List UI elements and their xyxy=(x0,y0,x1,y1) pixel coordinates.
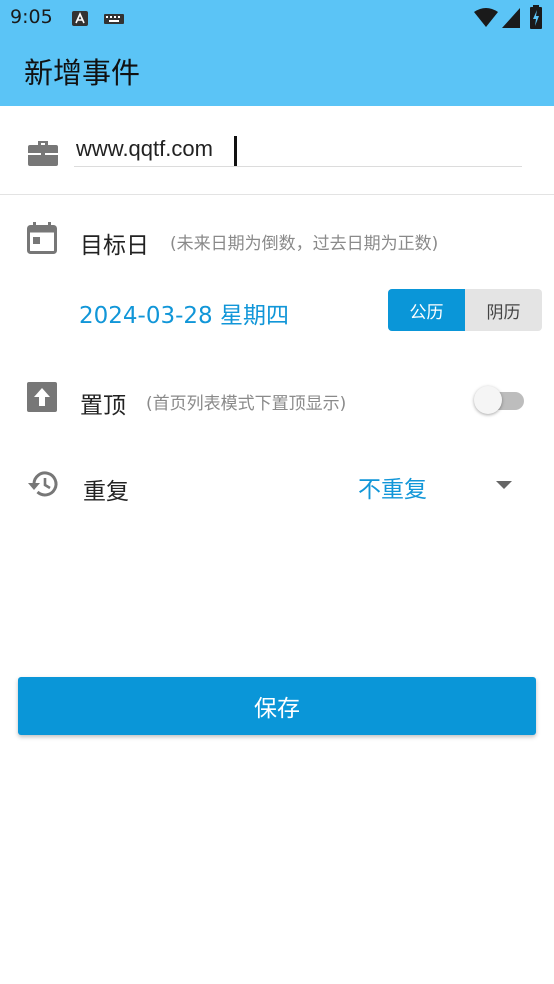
keyboard-icon xyxy=(104,14,124,24)
app-bar: 新增事件 xyxy=(0,36,554,106)
repeat-label: 重复 xyxy=(83,479,129,505)
history-icon xyxy=(28,471,58,497)
status-bar: 9:05 xyxy=(0,0,554,36)
calendar-type-toggle: 公历 阴历 xyxy=(388,289,542,331)
briefcase-icon xyxy=(28,141,58,166)
target-date-hint: (未来日期为倒数，过去日期为正数) xyxy=(170,234,439,254)
event-name-row xyxy=(0,106,554,195)
chevron-down-icon[interactable] xyxy=(496,481,512,489)
target-date-value[interactable]: 2024-03-28 星期四 xyxy=(79,296,289,330)
pin-top-switch[interactable] xyxy=(474,386,526,414)
save-button[interactable]: 保存 xyxy=(18,677,536,735)
keyboard-a-icon xyxy=(72,11,88,26)
battery-icon xyxy=(530,5,542,29)
page-title: 新增事件 xyxy=(24,56,141,90)
wifi-icon xyxy=(474,8,498,27)
pin-top-hint: (首页列表模式下置顶显示) xyxy=(146,394,347,414)
pin-top-icon xyxy=(27,382,57,412)
target-date-label: 目标日 xyxy=(80,233,149,259)
event-name-input[interactable] xyxy=(74,132,522,167)
text-cursor xyxy=(234,136,237,166)
calendar-icon xyxy=(27,222,57,254)
repeat-select-value[interactable]: 不重复 xyxy=(358,470,427,504)
switch-thumb xyxy=(474,386,502,414)
pin-top-label: 置顶 xyxy=(80,393,126,419)
signal-icon xyxy=(502,8,520,28)
status-time: 9:05 xyxy=(10,6,53,28)
solar-calendar-option[interactable]: 公历 xyxy=(388,289,465,331)
lunar-calendar-option[interactable]: 阴历 xyxy=(465,289,542,331)
